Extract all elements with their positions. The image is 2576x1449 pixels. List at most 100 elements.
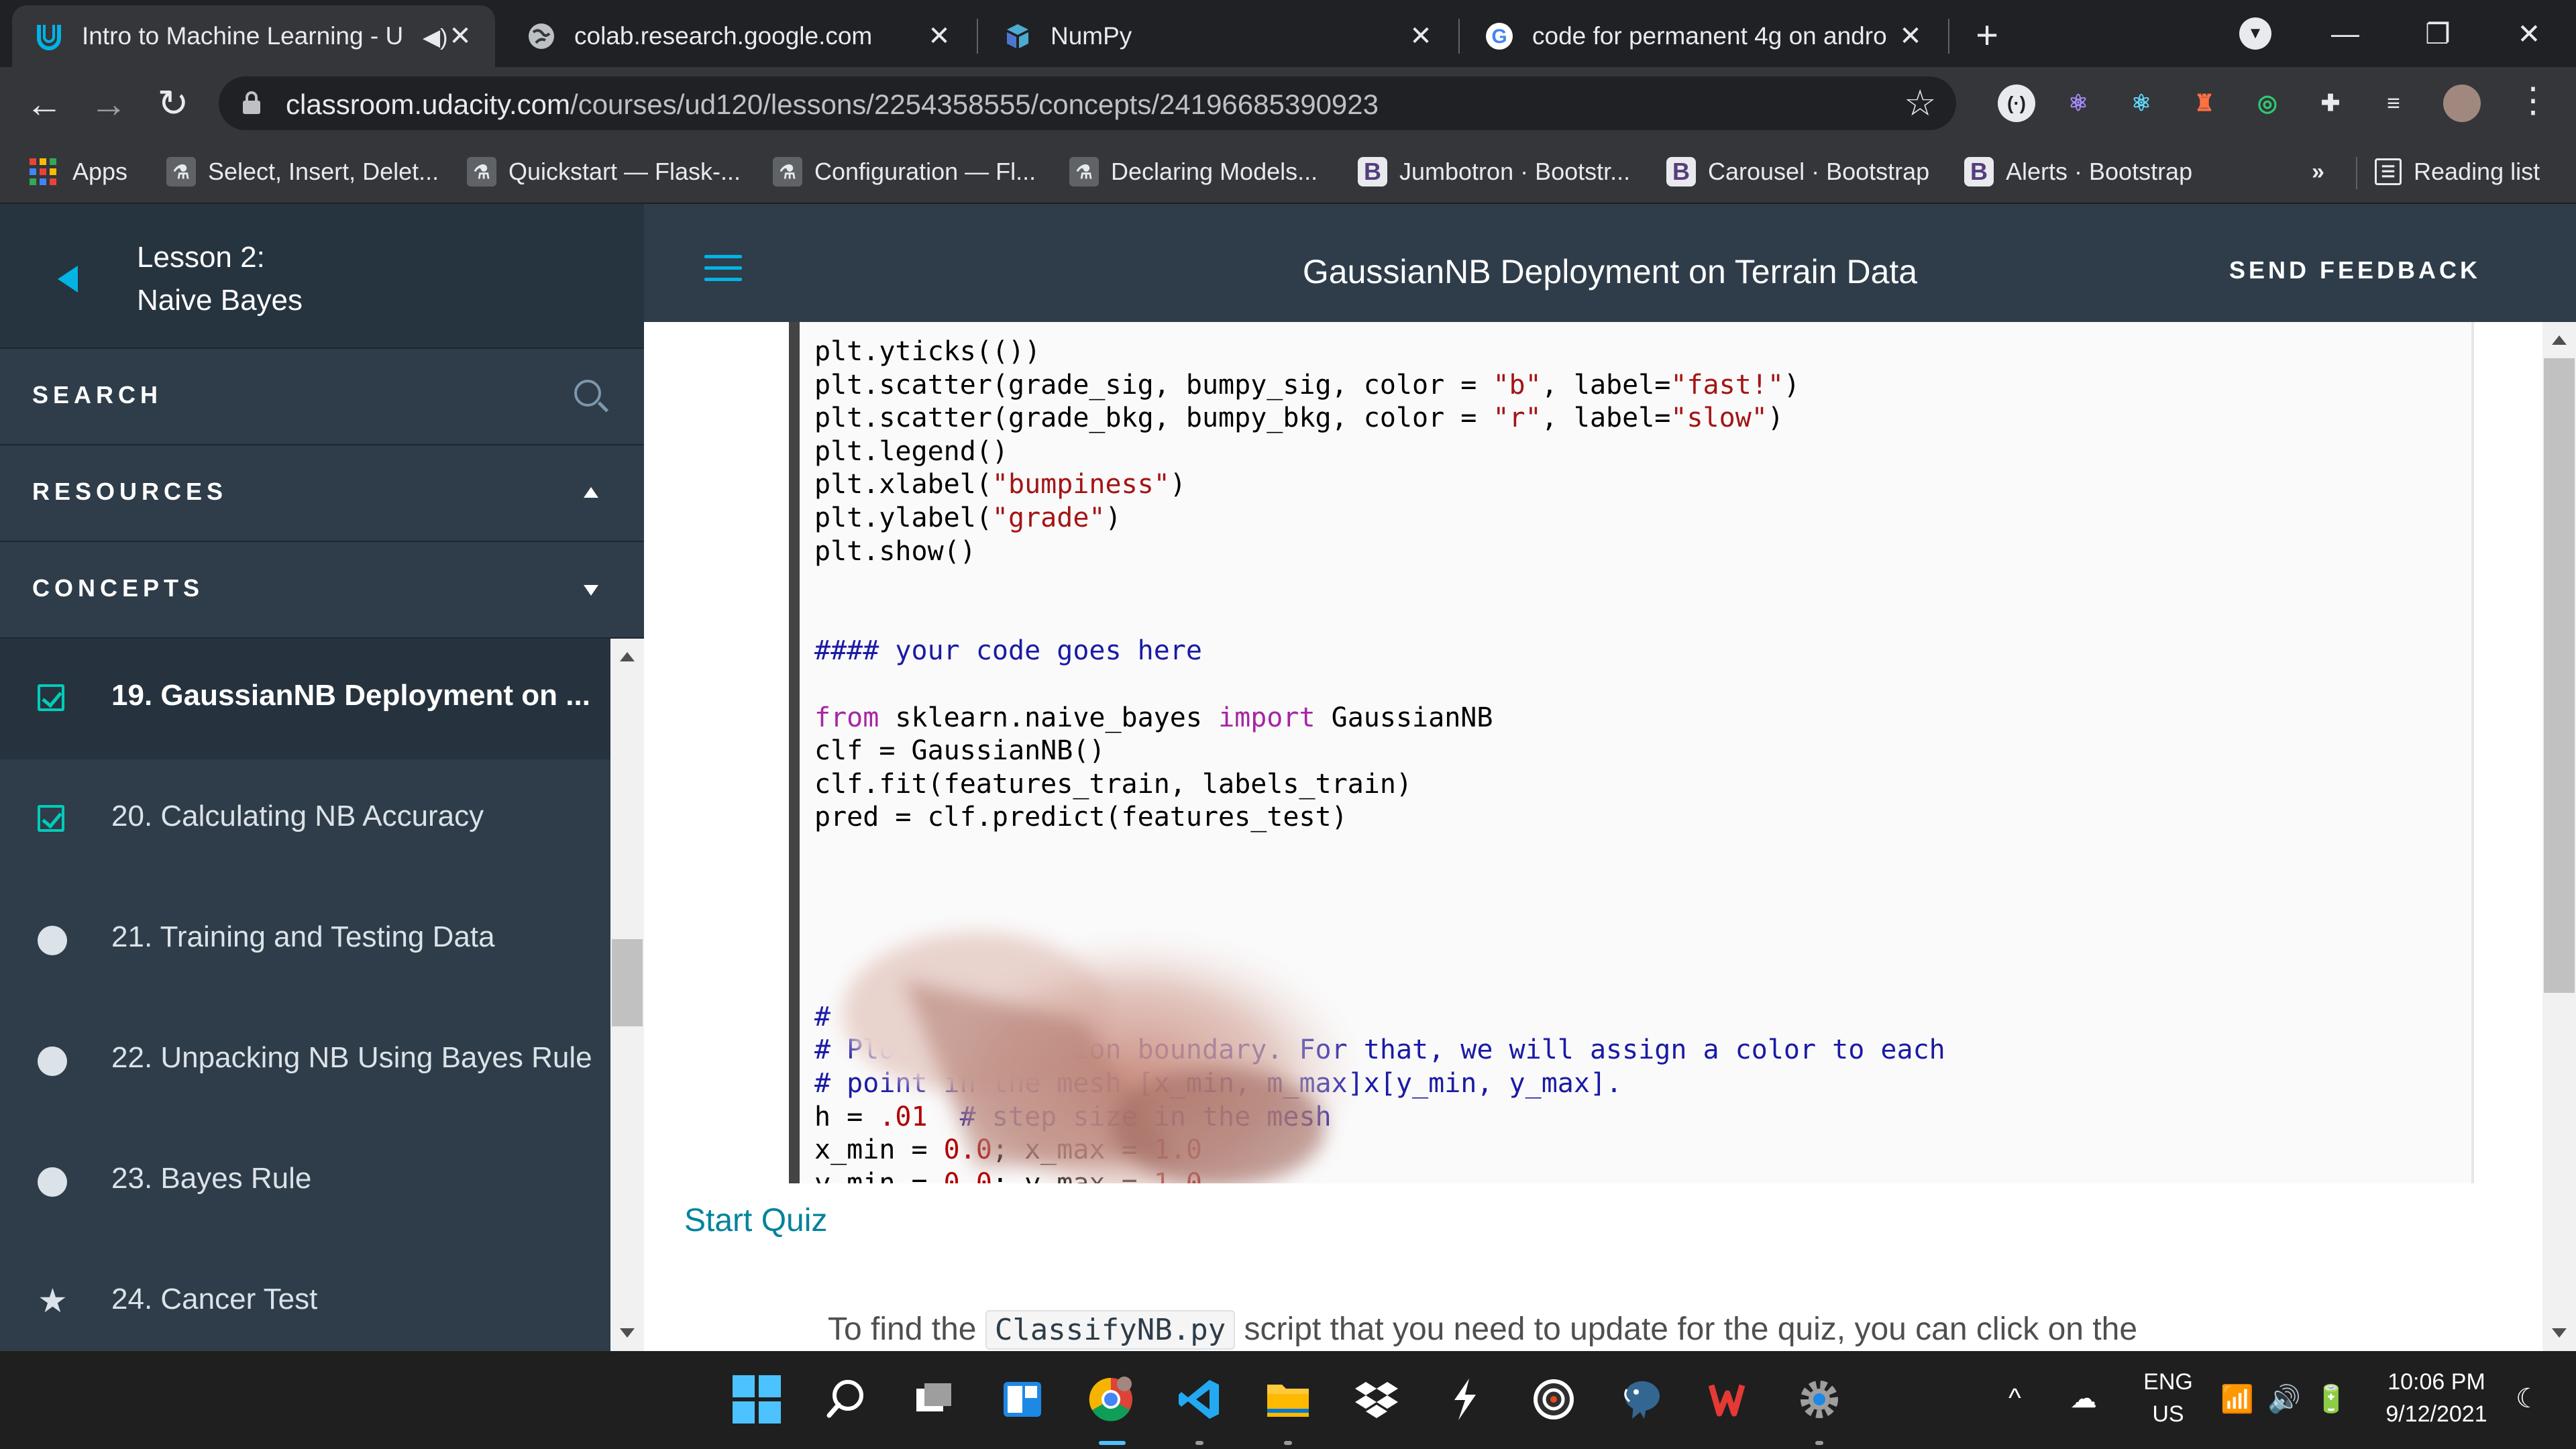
wps-icon[interactable]: [1705, 1374, 1756, 1425]
extension-icon[interactable]: (·): [1998, 85, 2035, 122]
language-indicator[interactable]: ENG US: [2133, 1366, 2203, 1430]
bootstrap-icon: B: [1358, 157, 1387, 186]
send-feedback-button[interactable]: SEND FEEDBACK: [2229, 256, 2481, 284]
chrome-icon[interactable]: [1085, 1374, 1136, 1425]
code-token: "grade": [991, 502, 1106, 533]
settings-icon[interactable]: [1794, 1374, 1845, 1425]
bookmark-item[interactable]: B Carousel · Bootstrap: [1666, 152, 1929, 192]
rocket-extension-icon[interactable]: ♜: [2186, 85, 2223, 122]
react-devtools-purple-icon[interactable]: ⚛: [2059, 85, 2097, 122]
reading-list-label: Reading list: [2414, 158, 2540, 185]
restore-window-icon[interactable]: ❐: [2404, 7, 2471, 60]
apps-grid-icon: [30, 158, 56, 185]
concept-item[interactable]: 19. GaussianNB Deployment on ...: [0, 639, 610, 759]
cursor-app-icon[interactable]: [1440, 1374, 1491, 1425]
file-explorer-icon[interactable]: [1263, 1374, 1313, 1425]
sidebar-concepts[interactable]: CONCEPTS: [0, 542, 644, 639]
speaker-icon[interactable]: 🔊: [2267, 1383, 2301, 1415]
concept-label: 19. GaussianNB Deployment on ...: [111, 679, 590, 712]
code-token: import: [1218, 702, 1316, 733]
inline-code: ClassifyNB.py: [985, 1310, 1236, 1350]
presenter-hand-image: [843, 932, 1352, 1183]
concept-item[interactable]: 23. Bayes Rule: [0, 1122, 610, 1242]
bookmark-item[interactable]: ⚗ Configuration — Fl...: [773, 152, 1036, 192]
reading-list-button[interactable]: ☰ Reading list: [2375, 152, 2540, 192]
extensions-puzzle-icon[interactable]: ✚: [2312, 85, 2349, 122]
concept-item[interactable]: 21. Training and Testing Data: [0, 880, 610, 1001]
wifi-icon[interactable]: 📶: [2220, 1383, 2254, 1415]
search-icon[interactable]: [820, 1374, 871, 1425]
scroll-up-icon[interactable]: [620, 652, 635, 661]
vscode-icon[interactable]: [1174, 1374, 1225, 1425]
lock-icon[interactable]: [243, 91, 260, 114]
media-control-icon[interactable]: ≡: [2375, 85, 2412, 122]
bookmarks-overflow-button[interactable]: »: [2312, 152, 2324, 192]
target-extension-icon[interactable]: ◎: [2249, 85, 2286, 122]
back-triangle-icon[interactable]: [58, 266, 78, 292]
clock[interactable]: 10:06 PM 9/12/2021: [2377, 1366, 2496, 1430]
new-tab-button[interactable]: +: [1967, 13, 2007, 57]
bookmark-item[interactable]: ⚗ Declaring Models...: [1069, 152, 1318, 192]
back-arrow-icon[interactable]: ←: [23, 82, 66, 125]
concept-item[interactable]: 20. Calculating NB Accuracy: [0, 759, 610, 880]
start-quiz-link[interactable]: Start Quiz: [684, 1202, 827, 1239]
bookmark-star-icon[interactable]: ☆: [1904, 82, 1936, 124]
bookmark-apps[interactable]: Apps: [30, 152, 127, 192]
scroll-down-icon[interactable]: [2552, 1328, 2567, 1338]
code-token: plt.ylabel(: [814, 502, 992, 533]
reload-icon[interactable]: ↻: [152, 82, 195, 125]
video-player[interactable]: plt.yticks(()) plt.scatter(grade_sig, bum…: [789, 322, 2474, 1183]
url-text[interactable]: classroom.udacity.com/courses/ud120/less…: [286, 89, 1379, 121]
tab-colab[interactable]: colab.research.google.com ✕: [504, 5, 974, 67]
browser-menu-icon[interactable]: ⋮: [2516, 80, 2551, 121]
profile-avatar[interactable]: [2443, 85, 2481, 122]
flask-icon: ⚗: [467, 157, 496, 186]
minimize-window-icon[interactable]: —: [2312, 7, 2379, 60]
close-tab-icon[interactable]: ✕: [922, 19, 957, 54]
code-token: plt.yticks(()): [814, 336, 1041, 367]
search-icon[interactable]: [574, 380, 609, 413]
scroll-down-icon[interactable]: [620, 1328, 635, 1338]
bookmark-item[interactable]: ⚗ Quickstart — Flask-...: [467, 152, 741, 192]
windows-start-icon[interactable]: [731, 1374, 782, 1425]
tab-search-icon[interactable]: ▼: [2239, 17, 2271, 50]
tab-udacity[interactable]: Intro to Machine Learning - U ◀︎) ✕: [12, 5, 495, 67]
expand-triangle-icon[interactable]: [584, 585, 598, 596]
lesson-header[interactable]: Lesson 2: Naive Bayes: [0, 204, 644, 349]
chevron-up-icon[interactable]: ^: [2008, 1383, 2021, 1413]
widgets-icon[interactable]: [997, 1374, 1048, 1425]
content-scrollbar[interactable]: [2542, 322, 2576, 1351]
tab-numpy[interactable]: NumPy ✕: [981, 5, 1456, 67]
forward-arrow-icon[interactable]: →: [87, 82, 130, 125]
react-devtools-icon[interactable]: ⚛: [2123, 85, 2160, 122]
collapse-triangle-icon[interactable]: [584, 487, 598, 498]
scrollbar-thumb[interactable]: [2544, 358, 2575, 993]
sidebar-search[interactable]: SEARCH: [0, 349, 644, 445]
browser-tab-bar: Intro to Machine Learning - U ◀︎) ✕ cola…: [0, 0, 2576, 67]
close-window-icon[interactable]: ✕: [2496, 7, 2563, 60]
scrollbar-thumb[interactable]: [612, 939, 643, 1026]
bookmark-item[interactable]: B Alerts · Bootstrap: [1964, 152, 2192, 192]
close-tab-icon[interactable]: ✕: [1403, 19, 1438, 54]
instructions-paragraph: To find the ClassifyNB.py script that yo…: [828, 1310, 2137, 1350]
obs-icon[interactable]: [1528, 1374, 1579, 1425]
tab-google-search[interactable]: G code for permanent 4g on andro ✕: [1462, 5, 1945, 67]
scroll-up-icon[interactable]: [2552, 335, 2567, 345]
address-bar[interactable]: classroom.udacity.com/courses/ud120/less…: [219, 76, 1956, 130]
battery-icon[interactable]: 🔋: [2314, 1383, 2348, 1415]
concept-item[interactable]: 22. Unpacking NB Using Bayes Rule: [0, 1001, 610, 1122]
concept-item[interactable]: ★ 24. Cancer Test: [0, 1242, 610, 1351]
task-view-icon[interactable]: [908, 1374, 959, 1425]
bookmark-item[interactable]: B Jumbotron · Bootstr...: [1358, 152, 1630, 192]
code-token: pred = clf.predict(features_test): [814, 802, 1348, 833]
bookmark-item[interactable]: ⚗ Select, Insert, Delet...: [166, 152, 439, 192]
dropbox-icon[interactable]: [1351, 1374, 1402, 1425]
sidebar-scrollbar[interactable]: [610, 639, 644, 1351]
postgres-icon[interactable]: [1617, 1374, 1668, 1425]
flask-icon: ⚗: [166, 157, 196, 186]
night-mode-icon[interactable]: ☾: [2516, 1383, 2540, 1414]
onedrive-cloud-icon[interactable]: ☁: [2070, 1383, 2097, 1414]
sidebar-resources[interactable]: RESOURCES: [0, 445, 644, 542]
close-tab-icon[interactable]: ✕: [443, 19, 478, 54]
close-tab-icon[interactable]: ✕: [1893, 19, 1928, 54]
